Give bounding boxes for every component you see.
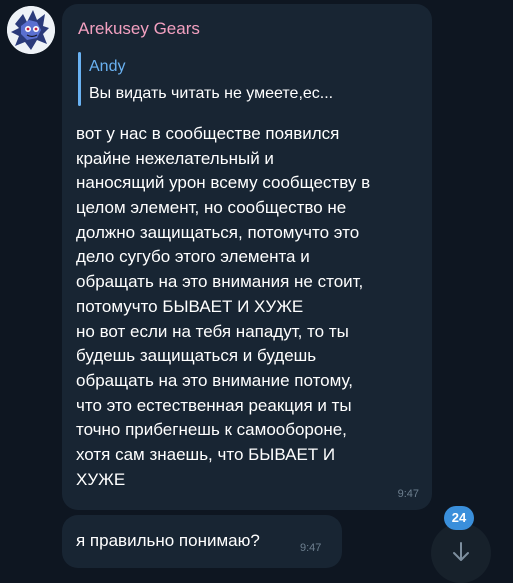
reply-text: Вы видать читать не умеете,ес... [89,85,334,102]
message-line: целом элемент, но сообщество не [76,198,347,218]
message-line: дело сугубо этого элемента и [76,247,310,267]
message-line: точно прибегнешь к самообороне, [76,420,347,440]
reply-author: Andy [89,58,126,75]
message-time: 9:47 [397,488,419,500]
message-line: обращать на это внимания не стоит, [76,272,364,292]
message-bubble[interactable]: я правильно понимаю? 9:47 [62,515,342,568]
message-line: хотя сам знаешь, что БЫВАЕТ И [76,444,336,464]
message-line: крайне нежелательный и [76,148,274,168]
avatar-image [7,6,55,54]
message-line: потомучто БЫВАЕТ И ХУЖЕ [76,296,304,316]
message-line: наносящий урон всему сообществу в [76,173,371,193]
sender-avatar[interactable] [7,6,55,54]
message-line: обращать на это внимание потому, [76,370,354,390]
message-line: будешь защищаться и будешь [76,346,317,366]
message-line: вот у нас в сообществе появился [76,124,340,143]
message-line: что это естественная реакция и ты [76,395,352,415]
scroll-to-bottom-button[interactable] [431,523,491,583]
message-line: должно защищаться, потомучто это [76,222,360,242]
reply-accent-bar [78,52,81,106]
unread-count-badge[interactable]: 24 [444,506,474,530]
message-bubble[interactable]: Arekusey Gears Andy Вы видать читать не … [62,4,432,510]
arrow-down-icon [453,542,469,561]
message-text: вот у нас в сообществе появился крайне н… [76,122,370,492]
message-line: но вот если на тебя нападут, то ты [76,321,349,341]
reply-preview[interactable]: Andy Вы видать читать не умеете,ес... [78,52,408,106]
sender-name[interactable]: Arekusey Gears [78,19,200,39]
message-time: 9:47 [300,542,322,554]
message-line: ХУЖЕ [76,469,126,489]
message-text: я правильно понимаю? [76,531,260,550]
